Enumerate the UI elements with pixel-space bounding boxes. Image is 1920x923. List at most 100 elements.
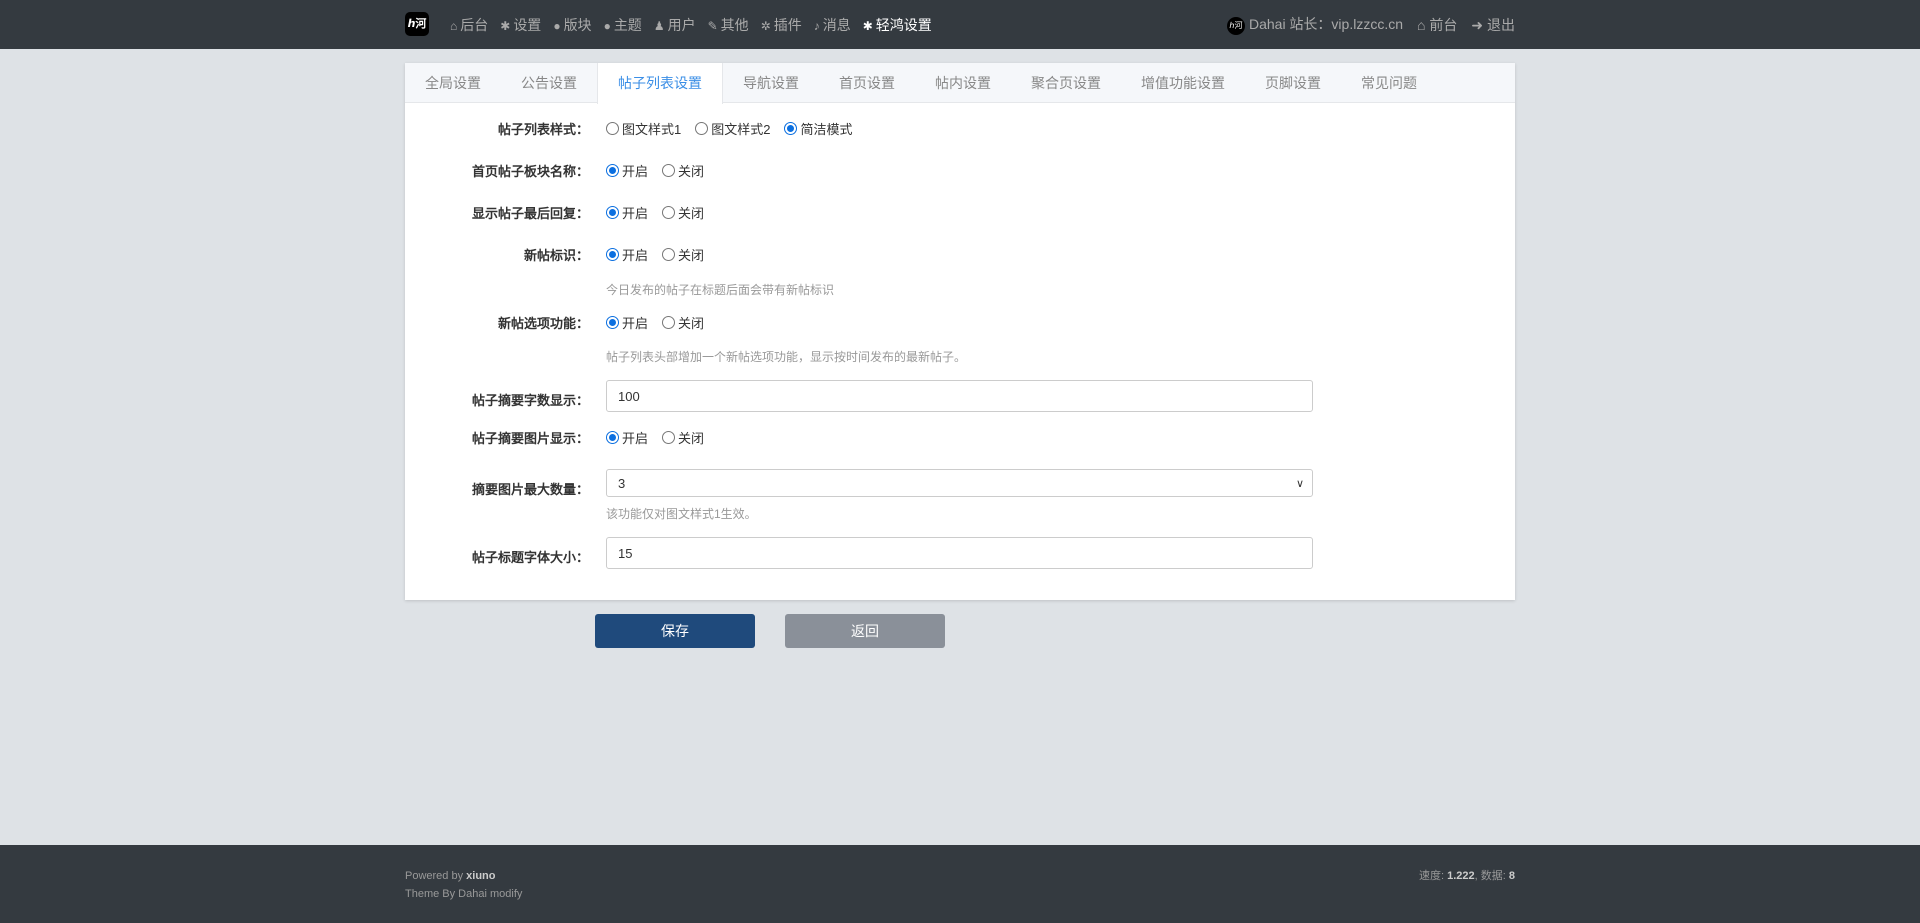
radio-label: 简洁模式 — [800, 122, 853, 137]
radio-button[interactable] — [606, 164, 619, 177]
nav-label: 消息 — [822, 16, 851, 33]
tab[interactable]: 导航设置 — [723, 63, 819, 102]
radio-label: 关闭 — [678, 316, 705, 331]
radio-option[interactable]: 开启 — [606, 313, 648, 332]
save-button[interactable]: 保存 — [595, 614, 755, 648]
tab[interactable]: 常见问题 — [1341, 63, 1437, 102]
chevron-down-icon: ∨ — [1295, 477, 1304, 490]
nav-label: 后台 — [460, 16, 489, 33]
tab[interactable]: 帖内设置 — [915, 63, 1011, 102]
tab[interactable]: 帖子列表设置 — [597, 63, 723, 104]
radio-option[interactable]: 图文样式1 — [606, 119, 681, 138]
radio-option[interactable]: 开启 — [606, 161, 648, 180]
back-button[interactable]: 返回 — [785, 614, 945, 648]
radio-button[interactable] — [695, 122, 709, 135]
radio-option[interactable]: 关闭 — [662, 428, 704, 447]
field-label: 帖子列表样式： — [497, 122, 589, 137]
user-nav: ℎ河 Dahai 站长：vip.lzzcc.cn ⌂ 前台 ➜ 退出 — [1226, 0, 1515, 49]
radio-option[interactable]: 开启 — [606, 428, 648, 447]
tab[interactable]: 首页设置 — [819, 63, 915, 102]
radio-button[interactable] — [606, 122, 619, 135]
radio-button[interactable] — [662, 164, 676, 177]
comment-icon: ● — [553, 18, 561, 33]
user-icon: ♟ — [653, 18, 665, 33]
xiuno-link[interactable]: xiuno — [466, 870, 495, 882]
front-link[interactable]: ⌂ 前台 — [1417, 15, 1457, 35]
radio-label: 开启 — [622, 431, 649, 446]
top-navbar: ℎ河 ⌂ 后台 ✱ 设置 ● 版块 ● 主题 ♟ 用户 ✎ 其他 ✲ 插件 ♪ 消息 ✱ 轻鸿设置 ℎ河 Dahai… — [0, 0, 1920, 49]
field-label: 摘要图片最大数量： — [471, 482, 589, 497]
nav-item[interactable]: ♪ 消息 — [814, 15, 851, 35]
radio-option[interactable]: 开启 — [606, 203, 648, 222]
home_forum_name-radios: 开启 关闭 — [606, 161, 704, 180]
nav-item[interactable]: ✎ 其他 — [708, 15, 749, 35]
radio-button[interactable] — [606, 248, 619, 261]
max_images-select[interactable]: 3 ∨ — [606, 469, 1313, 497]
nav-item[interactable]: ♟ 用户 — [654, 15, 696, 35]
nav-label: 其他 — [720, 16, 749, 33]
field-label: 帖子摘要图片显示： — [471, 431, 589, 446]
radio-label: 关闭 — [678, 164, 705, 179]
home-icon: ⌂ — [1417, 16, 1430, 33]
radio-option[interactable]: 关闭 — [662, 203, 704, 222]
nav-item[interactable]: ● 主题 — [604, 15, 642, 35]
radio-button[interactable] — [606, 316, 619, 329]
field-value: 3 — [618, 475, 626, 491]
radio-button[interactable] — [662, 431, 676, 444]
powered-by: Powered by xiuno — [405, 870, 496, 882]
nav-label: 用户 — [667, 16, 696, 33]
front-label: 前台 — [1429, 16, 1458, 33]
tab[interactable]: 页脚设置 — [1245, 63, 1341, 102]
nav-item[interactable]: ✱ 设置 — [500, 15, 541, 35]
title_font-input[interactable]: 15 — [606, 537, 1313, 569]
radio-option[interactable]: 简洁模式 — [784, 119, 852, 138]
nav-label: 版块 — [563, 16, 592, 33]
nav-label: 轻鸿设置 — [875, 16, 932, 33]
field-value: 100 — [618, 388, 640, 404]
admin-nav: ⌂ 后台 ✱ 设置 ● 版块 ● 主题 ♟ 用户 ✎ 其他 ✲ 插件 ♪ 消息 ✱ 轻鸿设置 — [450, 0, 932, 49]
nav-label: 主题 — [613, 16, 642, 33]
summary_chars-input[interactable]: 100 — [606, 380, 1313, 412]
tab[interactable]: 聚合页设置 — [1011, 63, 1121, 102]
radio-label: 开启 — [622, 316, 649, 331]
radio-button[interactable] — [662, 206, 676, 219]
nav-item[interactable]: ● 版块 — [553, 15, 591, 35]
tab[interactable]: 公告设置 — [501, 63, 597, 102]
tab[interactable]: 增值功能设置 — [1121, 63, 1245, 102]
radio-option[interactable]: 开启 — [606, 245, 648, 264]
radio-option[interactable]: 关闭 — [662, 161, 704, 180]
settings-tabs: 全局设置 公告设置 帖子列表设置 导航设置 首页设置 帖内设置 聚合页设置 增值功能设置 页脚设… — [405, 63, 1515, 104]
radio-label: 关闭 — [678, 248, 705, 263]
summary_image-radios: 开启 关闭 — [606, 428, 704, 447]
home-icon: ⌂ — [450, 18, 458, 33]
gear-icon: ✱ — [862, 18, 873, 33]
nav-item[interactable]: ⌂ 后台 — [450, 15, 488, 35]
radio-option[interactable]: 关闭 — [662, 313, 704, 332]
radio-button[interactable] — [662, 316, 676, 329]
radio-button[interactable] — [662, 248, 676, 261]
radio-button[interactable] — [784, 122, 798, 135]
settings-panel: 全局设置 公告设置 帖子列表设置 导航设置 首页设置 帖内设置 聚合页设置 增值功能设置 页脚设… — [405, 63, 1515, 600]
nav-item[interactable]: ✲ 插件 — [761, 15, 802, 35]
radio-option[interactable]: 关闭 — [662, 245, 704, 264]
nav-item[interactable]: ✱ 轻鸿设置 — [863, 15, 932, 35]
theme-credit: Theme By Dahai modify — [405, 888, 523, 900]
radio-button[interactable] — [606, 431, 619, 444]
cogs-icon: ✲ — [760, 18, 771, 33]
nav-label: 插件 — [773, 16, 802, 33]
logout-label: 退出 — [1487, 16, 1515, 33]
logout-link[interactable]: ➜ 退出 — [1471, 15, 1515, 35]
field-label: 显示帖子最后回复： — [471, 206, 589, 221]
nav-label: 设置 — [513, 16, 542, 33]
radio-button[interactable] — [606, 206, 619, 219]
radio-label: 图文样式1 — [622, 122, 682, 137]
site-logo[interactable]: ℎ河 — [405, 12, 429, 36]
sign-out-icon: ➜ — [1471, 16, 1487, 33]
gear-icon: ✱ — [500, 18, 511, 33]
field-label: 新帖选项功能： — [497, 316, 589, 331]
user-link[interactable]: ℎ河 Dahai 站长：vip.lzzcc.cn — [1226, 14, 1403, 35]
field-label: 帖子标题字体大小： — [471, 550, 589, 565]
tab[interactable]: 全局设置 — [405, 63, 501, 102]
stats: 速度: 1.222, 数据: 8 — [1418, 870, 1515, 882]
radio-option[interactable]: 图文样式2 — [695, 119, 770, 138]
